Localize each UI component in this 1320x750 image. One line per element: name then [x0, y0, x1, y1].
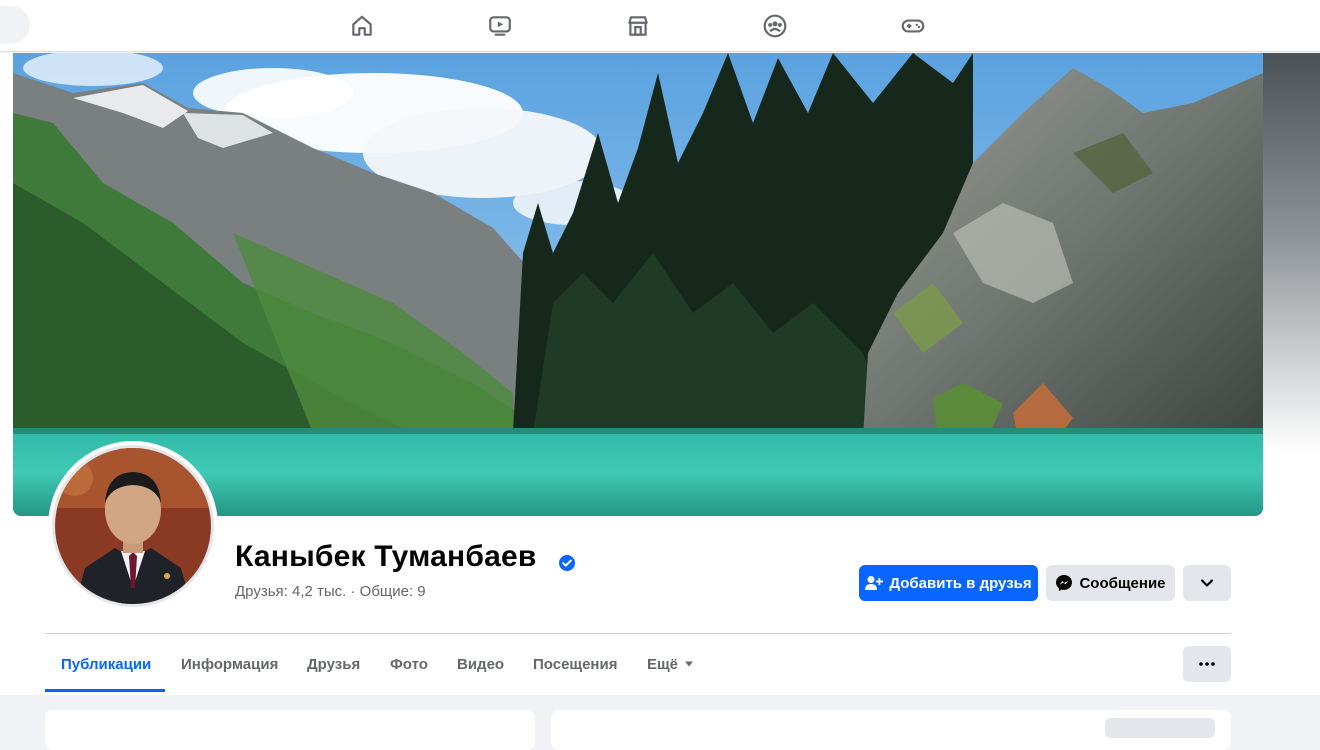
- profile-options-dropdown-button[interactable]: [1183, 565, 1231, 601]
- nav-gaming[interactable]: [891, 10, 935, 42]
- tabs-more-options-button[interactable]: [1183, 646, 1231, 682]
- tab-more[interactable]: Ещё: [647, 646, 694, 682]
- filters-button[interactable]: [1105, 718, 1215, 738]
- profile-avatar[interactable]: [48, 441, 218, 611]
- add-friend-label: Добавить в друзья: [889, 574, 1032, 592]
- nav-marketplace[interactable]: [616, 10, 660, 42]
- cover-edge-shadow: [1263, 53, 1320, 453]
- cover-photo[interactable]: [13, 53, 1263, 516]
- message-button[interactable]: Сообщение: [1046, 565, 1175, 601]
- avatar-photo: [55, 448, 211, 604]
- messenger-icon: [1056, 575, 1073, 591]
- nav-home[interactable]: [340, 10, 384, 42]
- tab-posts[interactable]: Публикации: [61, 646, 151, 682]
- cover-landscape-image: [13, 53, 1263, 516]
- intro-card: [45, 710, 535, 750]
- verified-badge-icon: [559, 555, 575, 571]
- tab-more-label: Ещё: [647, 655, 679, 673]
- add-friend-button[interactable]: Добавить в друзья: [859, 565, 1038, 601]
- caret-down-icon: [685, 661, 694, 667]
- tab-about[interactable]: Информация: [181, 646, 278, 682]
- gaming-icon: [901, 19, 925, 33]
- tab-photos[interactable]: Фото: [390, 646, 428, 682]
- header-divider: [45, 633, 1231, 634]
- avatar-ring: [52, 445, 214, 607]
- video-icon: [489, 16, 511, 36]
- chevron-down-icon: [1200, 579, 1214, 587]
- groups-icon: [763, 14, 787, 38]
- friends-count[interactable]: Друзья: 4,2 тыс. · Общие: 9: [235, 583, 426, 600]
- profile-name: Каныбек Туманбаев: [235, 540, 537, 573]
- search-field[interactable]: [0, 6, 30, 44]
- message-label: Сообщение: [1079, 574, 1166, 592]
- tab-check-ins[interactable]: Посещения: [533, 646, 617, 682]
- top-navigation-bar: [0, 0, 1320, 52]
- home-icon: [352, 15, 372, 36]
- tab-friends[interactable]: Друзья: [307, 646, 360, 682]
- tab-videos[interactable]: Видео: [457, 646, 504, 682]
- ellipsis-icon: [1199, 662, 1215, 666]
- active-tab-indicator: [45, 689, 165, 692]
- nav-groups[interactable]: [753, 10, 797, 42]
- avatar-portrait-image: [55, 448, 211, 604]
- nav-video[interactable]: [478, 10, 522, 42]
- add-friend-icon: [865, 576, 884, 590]
- marketplace-icon: [628, 16, 648, 36]
